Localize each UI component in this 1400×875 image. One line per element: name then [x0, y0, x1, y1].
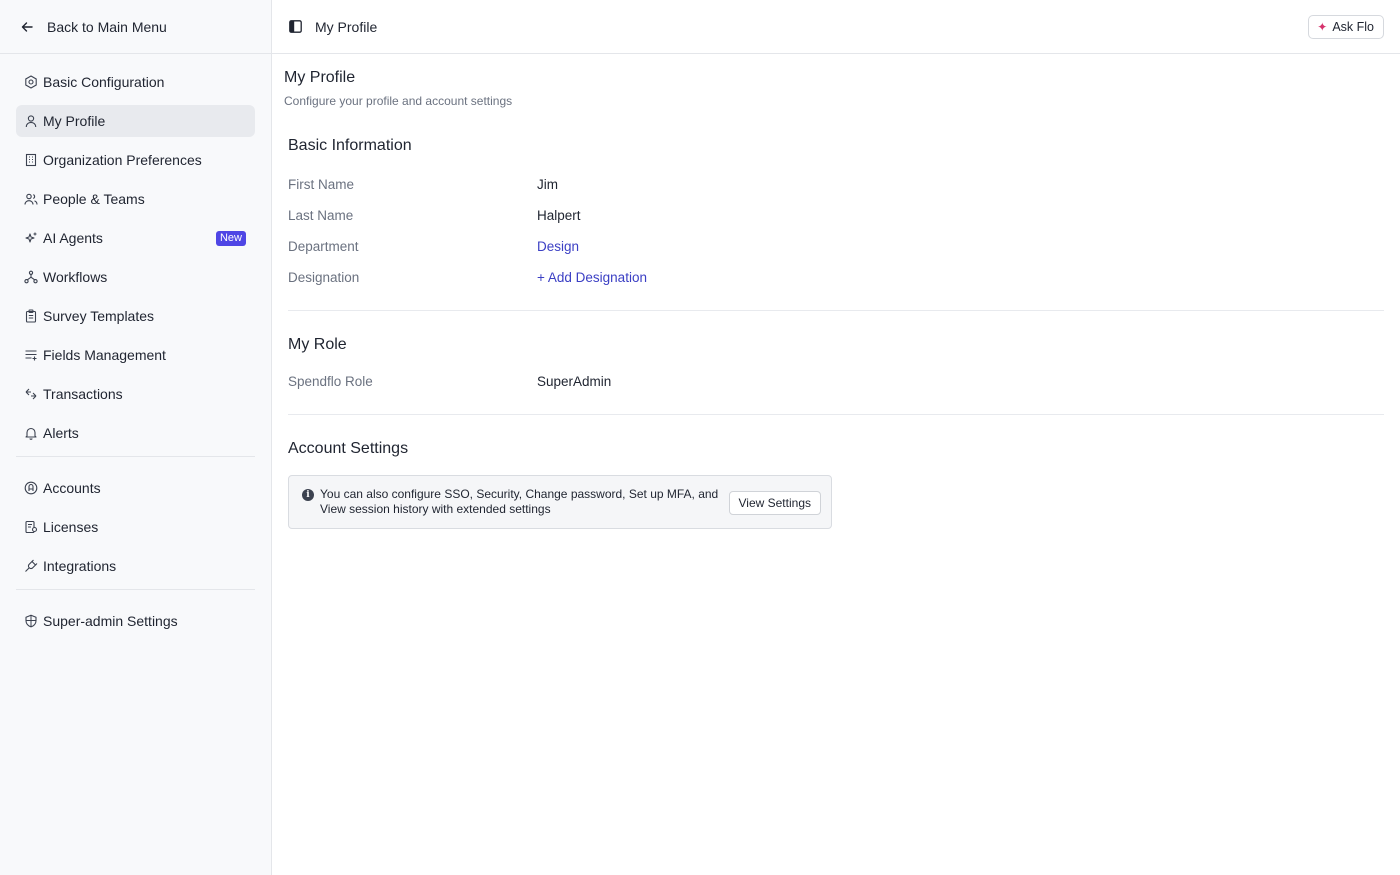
sidebar-item-integrations[interactable]: Integrations: [16, 550, 255, 582]
basic-information-section: Basic Information First Name Jim Last Na…: [288, 137, 1384, 293]
section-divider: [288, 310, 1384, 311]
section-title: Basic Information: [288, 137, 412, 154]
sparkle-icon: ✦: [1317, 20, 1328, 34]
page-title: My Profile: [284, 69, 356, 86]
bell-icon: [24, 426, 38, 440]
page-subtitle: Configure your profile and account setti…: [284, 94, 513, 108]
field-value: SuperAdmin: [537, 374, 612, 389]
shield-icon: [24, 614, 38, 628]
info-icon: i: [302, 489, 314, 501]
main-content: My Profile Configure your profile and ac…: [284, 54, 1384, 529]
sidebar: Back to Main Menu Basic Configuration My…: [0, 0, 272, 875]
sidebar-item-accounts[interactable]: Accounts: [16, 472, 255, 504]
sidebar-item-alerts[interactable]: Alerts: [16, 417, 255, 449]
sparkles-icon: [24, 231, 38, 245]
my-role-section: My Role Spendflo Role SuperAdmin: [288, 336, 1384, 397]
sidebar-item-my-profile[interactable]: My Profile: [16, 105, 255, 137]
add-designation-link[interactable]: + Add Designation: [537, 270, 647, 285]
back-label: Back to Main Menu: [47, 18, 167, 35]
section-divider: [288, 414, 1384, 415]
sidebar-item-label: Alerts: [43, 425, 79, 441]
section-title: My Role: [288, 336, 347, 353]
sidebar-divider: [16, 589, 255, 590]
view-settings-button[interactable]: View Settings: [728, 491, 821, 515]
sidebar-item-licenses[interactable]: Licenses: [16, 511, 255, 543]
sidebar-item-label: People & Teams: [43, 191, 145, 207]
field-row-department: Department Design: [288, 231, 1384, 262]
clipboard-icon: [24, 309, 38, 323]
sidebar-toggle-icon[interactable]: [289, 20, 303, 34]
department-link[interactable]: Design: [537, 239, 579, 254]
sidebar-item-label: Accounts: [43, 480, 101, 496]
sidebar-item-label: Survey Templates: [43, 308, 155, 324]
section-title: Account Settings: [288, 440, 409, 457]
sidebar-item-transactions[interactable]: Transactions: [16, 378, 255, 410]
sidebar-item-label: Super-admin Settings: [43, 613, 178, 629]
field-value: Jim: [537, 177, 558, 192]
sidebar-item-label: Fields Management: [43, 347, 166, 363]
field-label: Last Name: [288, 208, 354, 223]
sidebar-divider: [16, 456, 255, 457]
sidebar-item-workflows[interactable]: Workflows: [16, 261, 255, 293]
sidebar-item-label: Licenses: [43, 519, 99, 535]
license-icon: [24, 520, 38, 534]
sidebar-item-ai-agents[interactable]: AI Agents New: [16, 222, 255, 254]
workflow-icon: [24, 270, 38, 284]
field-label: Designation: [288, 270, 360, 285]
top-bar: My Profile ✦ Ask Flo: [272, 0, 1400, 54]
new-badge: New: [215, 231, 246, 246]
sidebar-item-label: Basic Configuration: [43, 74, 165, 90]
sidebar-item-label: Integrations: [43, 558, 117, 574]
breadcrumb-title: My Profile: [315, 18, 378, 35]
ask-flo-label: Ask Flo: [1332, 20, 1374, 34]
account-settings-section: Account Settings i You can also configur…: [288, 440, 1384, 529]
list-plus-icon: [24, 348, 38, 362]
field-row-last-name: Last Name Halpert: [288, 200, 1384, 231]
sidebar-item-label: Transactions: [43, 386, 123, 402]
arrows-exchange-icon: [24, 387, 38, 401]
field-value: Halpert: [537, 208, 581, 223]
info-text: You can also configure SSO, Security, Ch…: [320, 486, 719, 517]
field-row-first-name: First Name Jim: [288, 169, 1384, 200]
sidebar-item-label: Workflows: [43, 269, 108, 285]
sidebar-item-label: My Profile: [43, 113, 106, 129]
arrow-left-icon: [21, 20, 35, 34]
sidebar-item-label: AI Agents: [43, 230, 103, 246]
sidebar-item-label: Organization Preferences: [43, 152, 202, 168]
sidebar-item-organization-preferences[interactable]: Organization Preferences: [16, 144, 255, 176]
field-row-spendflo-role: Spendflo Role SuperAdmin: [288, 366, 1384, 397]
plug-icon: [24, 559, 38, 573]
sidebar-item-survey-templates[interactable]: Survey Templates: [16, 300, 255, 332]
ask-flo-button[interactable]: ✦ Ask Flo: [1308, 15, 1384, 39]
field-label: Spendflo Role: [288, 374, 373, 389]
field-label: Department: [288, 239, 359, 254]
hexagon-gear-icon: [24, 75, 38, 89]
settings-nav: Basic Configuration My Profile Organizat…: [0, 54, 271, 637]
field-row-designation: Designation + Add Designation: [288, 262, 1384, 293]
back-to-main-menu-button[interactable]: Back to Main Menu: [0, 0, 271, 54]
field-label: First Name: [288, 177, 355, 192]
sidebar-item-basic-configuration[interactable]: Basic Configuration: [16, 66, 255, 98]
user-icon: [24, 114, 38, 128]
sidebar-item-super-admin-settings[interactable]: Super-admin Settings: [16, 605, 255, 637]
account-settings-info-box: i You can also configure SSO, Security, …: [288, 475, 832, 529]
building-icon: [24, 153, 38, 167]
users-icon: [24, 192, 38, 206]
sidebar-item-people-teams[interactable]: People & Teams: [16, 183, 255, 215]
account-circle-icon: [24, 481, 38, 495]
sidebar-item-fields-management[interactable]: Fields Management: [16, 339, 255, 371]
